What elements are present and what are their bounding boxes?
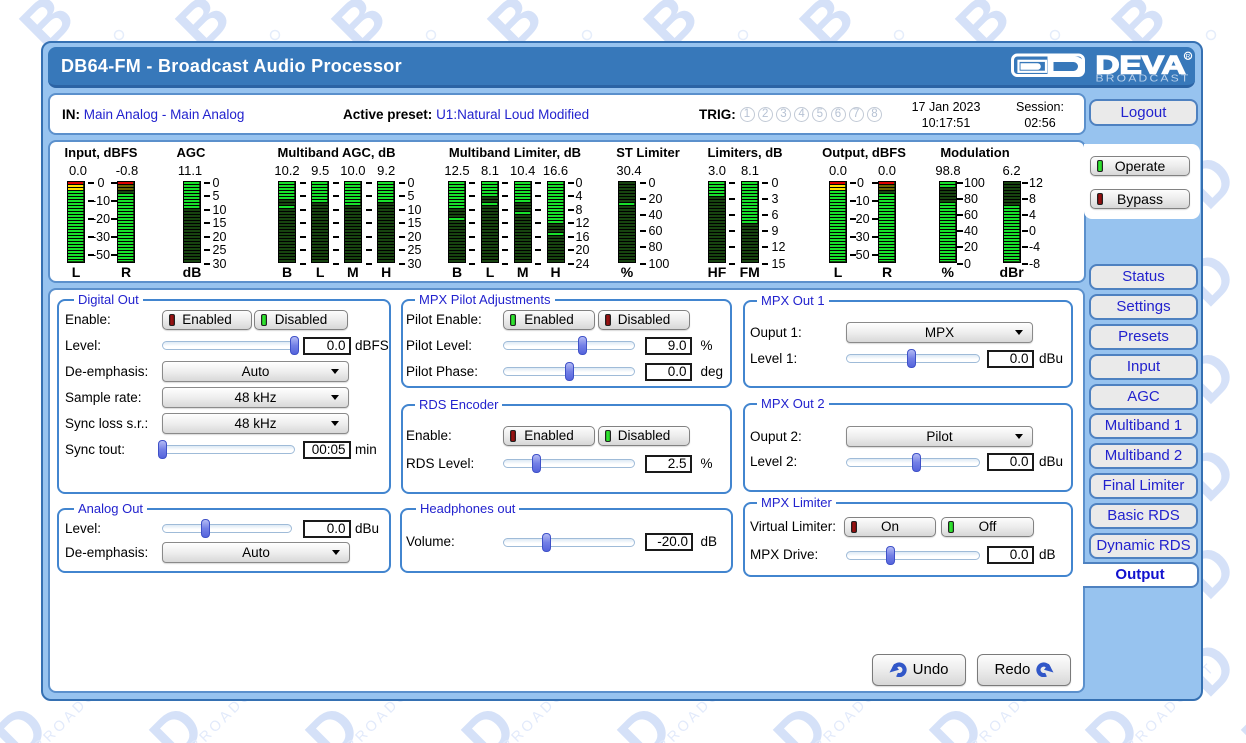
svg-text:R: R <box>1186 53 1191 60</box>
svg-text:BROADCAST: BROADCAST <box>1096 74 1191 85</box>
